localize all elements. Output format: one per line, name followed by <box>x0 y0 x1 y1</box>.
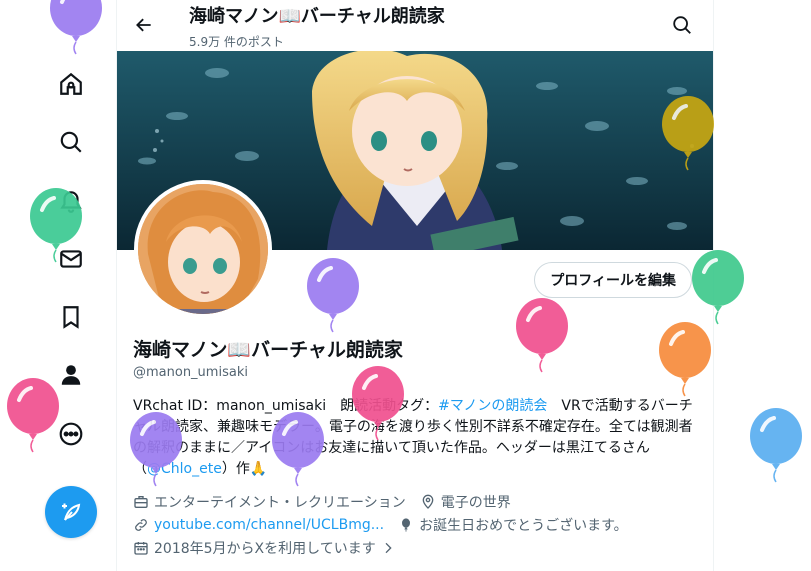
briefcase-icon <box>134 496 148 508</box>
profile-joined: 2018年5月からXを利用しています <box>154 541 376 557</box>
search-icon[interactable] <box>671 14 695 38</box>
back-arrow-icon[interactable] <box>131 12 157 38</box>
balloon-icon <box>748 408 804 486</box>
profile-birthday: お誕生日おめでとうございます。 <box>419 518 628 534</box>
bookmarks-icon[interactable] <box>50 296 92 338</box>
bio-text: VRchat ID：manon_umisaki 朗読活動タグ： <box>133 398 439 414</box>
more-icon[interactable] <box>50 413 92 455</box>
feather-icon <box>62 503 81 521</box>
profile-column: 海崎マノン📖バーチャル朗読家 5.9万 件のポスト プロフィールを編集 海崎マノ… <box>116 0 714 571</box>
header-title: 海崎マノン📖バーチャル朗読家 <box>189 6 445 27</box>
profile-bio: VRchat ID：manon_umisaki 朗読活動タグ：#マノンの朗読会 … <box>133 396 701 480</box>
link-icon <box>135 519 147 531</box>
profile-handle: @manon_umisaki <box>133 365 248 380</box>
home-icon[interactable] <box>50 63 92 105</box>
left-navigation <box>0 0 116 571</box>
post-button[interactable] <box>45 486 97 538</box>
profile-icon[interactable] <box>50 354 92 396</box>
profile-url-link[interactable]: youtube.com/channel/UCLBmg... <box>154 517 384 533</box>
profile-meta-row-2: youtube.com/channel/UCLBmg... お誕生日おめでとうご… <box>133 515 642 535</box>
explore-icon[interactable] <box>50 121 92 163</box>
profile-meta-row-3[interactable]: 2018年5月からXを利用しています <box>133 538 415 558</box>
profile-header-bar: 海崎マノン📖バーチャル朗読家 5.9万 件のポスト <box>117 0 713 51</box>
location-pin-icon <box>422 494 434 509</box>
bio-mention-link[interactable]: @Chlo_ete <box>147 461 222 477</box>
messages-icon[interactable] <box>50 238 92 280</box>
avatar[interactable] <box>134 180 272 318</box>
post-count: 5.9万 件のポスト <box>189 35 284 49</box>
bio-text: ）作🙏 <box>221 461 268 477</box>
notifications-icon[interactable] <box>50 180 92 222</box>
profile-meta-row-1: エンターテイメント・レクリエーション 電子の世界 <box>133 492 525 512</box>
profile-location: 電子の世界 <box>440 495 511 511</box>
profile-name: 海崎マノン📖バーチャル朗読家 <box>133 339 403 361</box>
edit-profile-button[interactable]: プロフィールを編集 <box>534 262 692 298</box>
chevron-right-icon <box>385 542 392 554</box>
calendar-icon <box>134 542 148 555</box>
balloon-icon <box>402 518 411 532</box>
bio-hashtag-link[interactable]: #マノンの朗読会 <box>438 398 547 414</box>
profile-category: エンターテイメント・レクリエーション <box>154 495 406 511</box>
